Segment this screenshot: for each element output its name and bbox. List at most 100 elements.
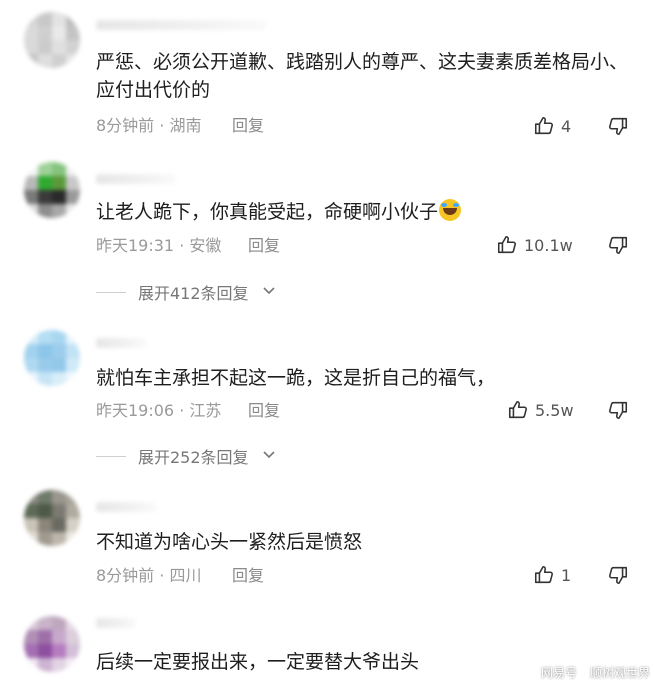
comment-meta: 8分钟前 · 四川 [96, 566, 202, 585]
avatar-pixel [38, 330, 52, 344]
like-button[interactable]: 5.5w [507, 399, 574, 421]
avatar-pixel [24, 358, 38, 372]
like-button[interactable]: 10.1w [496, 234, 573, 256]
avatar-pixel [52, 26, 66, 40]
avatar-pixel [52, 616, 66, 630]
avatar-pixel [38, 490, 52, 504]
avatar-pixel [24, 40, 38, 54]
comment-text-body: 让老人跪下，你真能受起，命硬啊小伙子 [96, 201, 439, 223]
like-button[interactable]: 4 [533, 115, 571, 137]
avatar-pixel [52, 12, 66, 26]
avatar-pixel [66, 616, 80, 630]
avatar-pixel [52, 630, 66, 644]
thumbs-down-icon [607, 115, 629, 137]
avatar-pixel [24, 616, 38, 630]
username-blurred[interactable] [96, 502, 156, 512]
avatar-pixel [52, 518, 66, 532]
reply-button[interactable]: 回复 [232, 116, 264, 136]
expand-replies-button[interactable]: 展开412条回复 [96, 280, 277, 304]
comment-meta: 昨天19:31 · 安徽 [96, 236, 222, 255]
chevron-down-icon [261, 282, 277, 302]
like-count: 10.1w [524, 235, 573, 255]
divider-line [96, 291, 126, 293]
avatar[interactable] [24, 616, 80, 672]
avatar-pixel [52, 162, 66, 176]
avatar-pixel [38, 26, 52, 40]
expand-replies-button[interactable]: 展开252条回复 [96, 444, 277, 468]
reply-button[interactable]: 回复 [248, 236, 280, 256]
avatar-pixel [66, 532, 80, 546]
avatar-pixel [38, 162, 52, 176]
avatar-pixel [38, 54, 52, 68]
avatar-pixel [24, 532, 38, 546]
username-blurred[interactable] [96, 20, 266, 30]
avatar-pixel [38, 518, 52, 532]
thumbs-up-icon [496, 234, 518, 256]
avatar-pixel [52, 330, 66, 344]
avatar-pixel [66, 54, 80, 68]
avatar-pixel [52, 204, 66, 218]
comment-text: 就怕车主承担不起这一跪，这是折自己的福气， [96, 367, 496, 389]
avatar[interactable] [24, 330, 80, 386]
avatar-pixel [24, 12, 38, 26]
comment-text: 严惩、必须公开道歉、践踏别人的尊严、这夫妻素质差格局小、应付出代价的 [96, 51, 629, 101]
avatar-pixel [66, 372, 80, 386]
username-blurred[interactable] [96, 618, 136, 628]
avatar-pixel [38, 644, 52, 658]
watermark-account: 顺树观世界 [589, 666, 650, 680]
comment-item: 让老人跪下，你真能受起，命硬啊小伙子 昨天19:31 · 安徽 回复 10.1w… [0, 150, 660, 310]
avatar-pixel [66, 190, 80, 204]
avatar-pixel [52, 532, 66, 546]
avatar-pixel [24, 504, 38, 518]
thumbs-up-icon [507, 399, 529, 421]
avatar-pixel [52, 40, 66, 54]
dislike-button[interactable] [607, 564, 629, 586]
like-button[interactable]: 1 [533, 564, 571, 586]
avatar-pixel [66, 644, 80, 658]
avatar-pixel [52, 176, 66, 190]
avatar-pixel [52, 372, 66, 386]
comment-item: 严惩、必须公开道歉、践踏别人的尊严、这夫妻素质差格局小、应付出代价的 8分钟前 … [0, 0, 660, 150]
avatar-pixel [24, 658, 38, 672]
avatar-pixel [38, 630, 52, 644]
comment-item: 不知道为啥心头一紧然后是愤怒 8分钟前 · 四川 回复 1 [0, 480, 660, 600]
dislike-button[interactable] [607, 234, 629, 256]
avatar-pixel [38, 532, 52, 546]
like-count: 1 [561, 565, 572, 585]
dislike-button[interactable] [607, 115, 629, 137]
username-blurred[interactable] [96, 338, 146, 348]
avatar-pixel [24, 54, 38, 68]
thumbs-down-icon [607, 399, 629, 421]
avatar-pixel [52, 190, 66, 204]
avatar-pixel [66, 344, 80, 358]
avatar-pixel [52, 490, 66, 504]
avatar[interactable] [24, 12, 80, 68]
avatar-pixel [66, 176, 80, 190]
avatar-pixel [24, 644, 38, 658]
rolling-laughing-emoji-icon [439, 199, 462, 221]
avatar-pixel [66, 630, 80, 644]
like-count: 5.5w [535, 400, 574, 420]
reply-button[interactable]: 回复 [232, 566, 264, 586]
reply-button[interactable]: 回复 [248, 401, 280, 421]
avatar-pixel [24, 162, 38, 176]
avatar-pixel [24, 490, 38, 504]
avatar-pixel [66, 330, 80, 344]
thumbs-up-icon [533, 115, 555, 137]
avatar-pixel [66, 490, 80, 504]
thumbs-down-icon [607, 234, 629, 256]
dislike-button[interactable] [607, 399, 629, 421]
expand-replies-label: 展开412条回复 [138, 284, 249, 303]
avatar[interactable] [24, 490, 80, 546]
avatar[interactable] [24, 162, 80, 218]
avatar-pixel [66, 40, 80, 54]
avatar-pixel [66, 162, 80, 176]
avatar-pixel [38, 344, 52, 358]
avatar-pixel [38, 504, 52, 518]
avatar-pixel [52, 504, 66, 518]
username-blurred[interactable] [96, 174, 176, 184]
watermark-brand: 网易号 [540, 666, 577, 680]
avatar-pixel [24, 630, 38, 644]
avatar-pixel [38, 658, 52, 672]
thumbs-down-icon [607, 564, 629, 586]
